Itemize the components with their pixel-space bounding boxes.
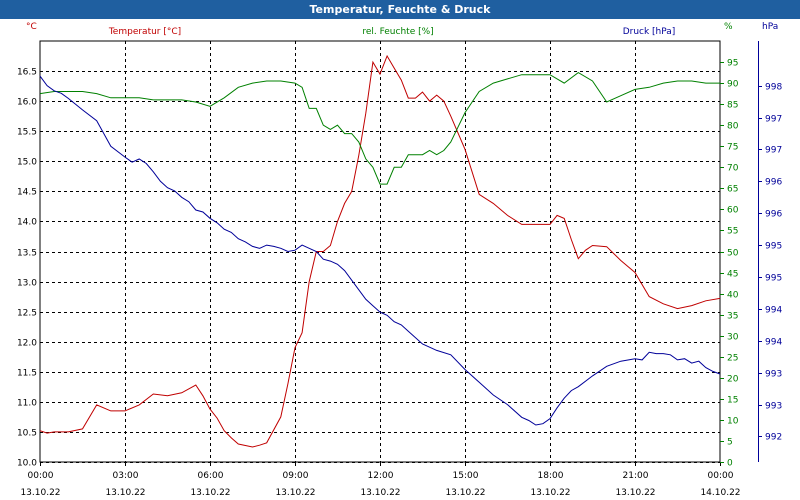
legend-humidity: rel. Feuchte [%] bbox=[362, 27, 433, 37]
y-tick-label-humidity: 85 bbox=[727, 101, 738, 111]
y-tick-label-temperature: 12.5 bbox=[17, 309, 37, 319]
y-tick-label-humidity: 55 bbox=[727, 227, 738, 237]
y-tick-label-pressure: 994 bbox=[765, 306, 782, 316]
y-tick-label-pressure: 993 bbox=[765, 402, 782, 412]
y-axis-unit-temperature: °C bbox=[26, 22, 37, 32]
x-tick-label-time: 06:00 bbox=[198, 471, 224, 481]
y-axis-unit-humidity: % bbox=[724, 22, 733, 32]
x-tick-label-date: 13.10.22 bbox=[530, 488, 570, 498]
x-tick-label-date: 13.10.22 bbox=[615, 488, 655, 498]
y-tick-label-temperature: 13.5 bbox=[17, 249, 37, 259]
chart-title: Temperatur, Feuchte & Druck bbox=[0, 0, 800, 19]
y-tick-label-pressure: 993 bbox=[765, 370, 782, 380]
y-tick-label-humidity: 5 bbox=[727, 438, 733, 448]
y-tick-label-humidity: 65 bbox=[727, 185, 738, 195]
y-tick-label-temperature: 10.5 bbox=[17, 429, 37, 439]
y-tick-label-humidity: 15 bbox=[727, 396, 738, 406]
x-tick-label-date: 13.10.22 bbox=[275, 488, 315, 498]
y-tick-label-humidity: 10 bbox=[727, 417, 739, 427]
x-tick-label-time: 00:00 bbox=[28, 471, 54, 481]
y-tick-label-humidity: 70 bbox=[727, 164, 739, 174]
y-tick-label-humidity: 40 bbox=[727, 291, 739, 301]
y-tick-label-temperature: 11.5 bbox=[17, 369, 37, 379]
y-tick-label-humidity: 0 bbox=[727, 459, 733, 469]
y-tick-label-temperature: 14.0 bbox=[17, 218, 37, 228]
x-tick-label-time: 00:00 bbox=[708, 471, 734, 481]
y-tick-label-temperature: 14.5 bbox=[17, 188, 37, 198]
chart-canvas: 10.0 10.5 11.0 11.5 12.0 12.5 13.0 13.5 14.0 14.5… bbox=[17, 22, 782, 498]
y-tick-label-humidity: 80 bbox=[727, 122, 739, 132]
x-tick-label-date: 13.10.22 bbox=[360, 488, 400, 498]
y-tick-label-humidity: 75 bbox=[727, 143, 738, 153]
x-tick-label-time: 09:00 bbox=[283, 471, 309, 481]
y-tick-label-pressure: 995 bbox=[765, 274, 782, 284]
y-tick-label-temperature: 12.0 bbox=[17, 339, 37, 349]
x-tick-label-date: 13.10.22 bbox=[190, 488, 230, 498]
y-tick-label-temperature: 16.5 bbox=[17, 68, 37, 78]
y-tick-label-pressure: 997 bbox=[765, 115, 782, 125]
y-tick-label-pressure: 997 bbox=[765, 146, 782, 156]
x-tick-label-time: 21:00 bbox=[623, 471, 649, 481]
y-tick-label-pressure: 996 bbox=[765, 178, 782, 188]
y-tick-label-humidity: 20 bbox=[727, 375, 739, 385]
y-tick-label-temperature: 16.0 bbox=[17, 98, 37, 108]
y-tick-label-humidity: 45 bbox=[727, 270, 738, 280]
y-tick-label-pressure: 998 bbox=[765, 83, 782, 93]
y-tick-label-humidity: 35 bbox=[727, 312, 738, 322]
y-tick-label-humidity: 25 bbox=[727, 354, 738, 364]
y-tick-label-pressure: 996 bbox=[765, 210, 782, 220]
x-tick-label-time: 15:00 bbox=[453, 471, 479, 481]
y-tick-label-humidity: 90 bbox=[727, 80, 739, 90]
legend-pressure: Druck [hPa] bbox=[623, 27, 676, 37]
x-tick-label-time: 18:00 bbox=[538, 471, 564, 481]
x-tick-label-date: 14.10.22 bbox=[700, 488, 740, 498]
y-tick-label-temperature: 13.0 bbox=[17, 279, 37, 289]
x-tick-label-date: 13.10.22 bbox=[105, 488, 145, 498]
y-tick-label-temperature: 15.5 bbox=[17, 128, 37, 138]
y-tick-label-humidity: 95 bbox=[727, 59, 738, 69]
y-tick-label-humidity: 60 bbox=[727, 206, 739, 216]
x-tick-label-time: 12:00 bbox=[368, 471, 394, 481]
y-tick-label-temperature: 11.0 bbox=[17, 399, 37, 409]
y-tick-label-pressure: 994 bbox=[765, 338, 782, 348]
y-tick-label-pressure: 995 bbox=[765, 242, 782, 252]
y-tick-label-temperature: 10.0 bbox=[17, 459, 37, 469]
y-tick-label-pressure: 992 bbox=[765, 433, 782, 443]
x-tick-label-time: 03:00 bbox=[113, 471, 139, 481]
x-tick-label-date: 13.10.22 bbox=[445, 488, 485, 498]
y-axis-unit-pressure: hPa bbox=[762, 22, 778, 32]
y-tick-label-humidity: 50 bbox=[727, 249, 739, 259]
y-tick-label-temperature: 15.0 bbox=[17, 158, 37, 168]
x-tick-label-date: 13.10.22 bbox=[20, 488, 60, 498]
legend-temperature: Temperatur [°C] bbox=[108, 27, 181, 37]
y-tick-label-humidity: 30 bbox=[727, 333, 739, 343]
